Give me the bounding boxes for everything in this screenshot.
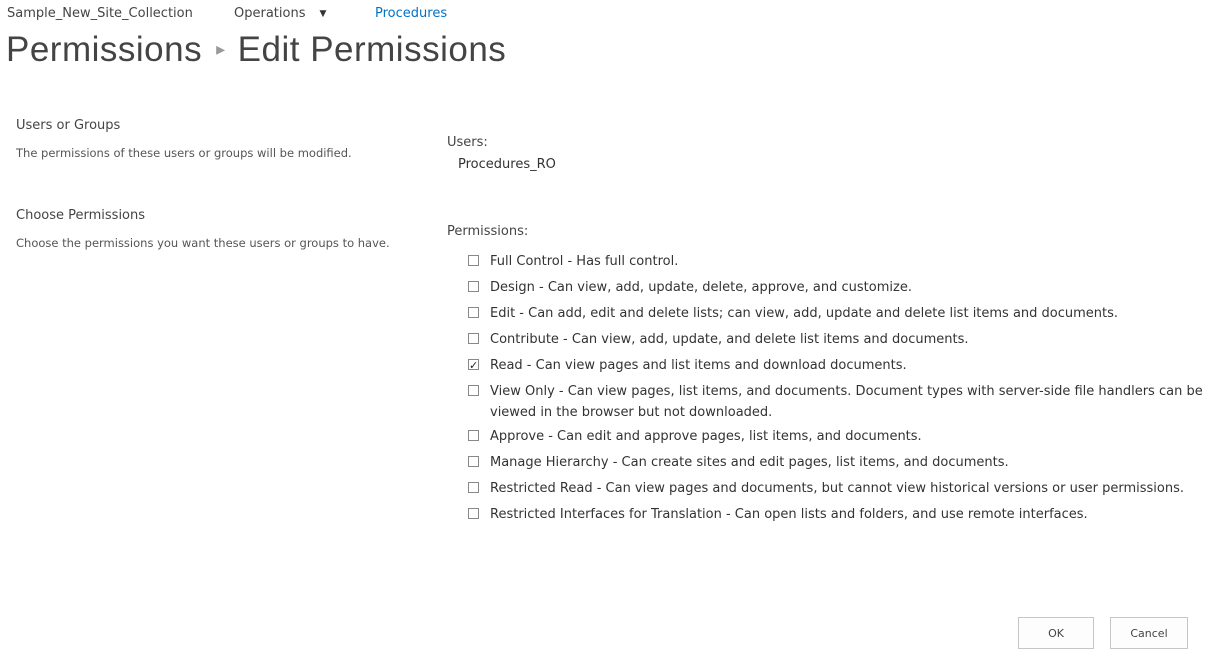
permission-label[interactable]: View Only - Can view pages, list items, … [490, 381, 1208, 423]
permission-checkbox[interactable] [468, 255, 479, 266]
permissions-section-description: Choose the permissions you want these us… [16, 236, 390, 250]
breadcrumb-current: Edit Permissions [237, 30, 507, 69]
nav-operations-menu[interactable]: Operations ▼ [234, 6, 326, 21]
nav-procedures-link[interactable]: Procedures [375, 6, 447, 21]
permission-item[interactable]: Restricted Interfaces for Translation - … [468, 504, 1208, 525]
permission-item[interactable]: Restricted Read - Can view pages and doc… [468, 478, 1208, 499]
permission-label[interactable]: Manage Hierarchy - Can create sites and … [490, 452, 1208, 473]
permissions-section-title: Choose Permissions [16, 208, 146, 223]
permission-label[interactable]: Edit - Can add, edit and delete lists; c… [490, 303, 1208, 324]
permission-item[interactable]: Manage Hierarchy - Can create sites and … [468, 452, 1208, 473]
permission-item[interactable]: Contribute - Can view, add, update, and … [468, 329, 1208, 350]
permission-checkbox[interactable] [468, 508, 479, 519]
permission-list: Full Control - Has full control. Design … [468, 251, 1208, 530]
page-title: Permissions ▸ Edit Permissions [6, 30, 506, 70]
permission-checkbox[interactable] [468, 355, 479, 376]
permission-label[interactable]: Restricted Interfaces for Translation - … [490, 504, 1208, 525]
chevron-down-icon[interactable]: ▼ [319, 9, 326, 19]
users-value: Procedures_RO [458, 157, 556, 172]
permission-label[interactable]: Restricted Read - Can view pages and doc… [490, 478, 1208, 499]
permission-checkbox[interactable] [468, 482, 479, 493]
permission-item[interactable]: Approve - Can edit and approve pages, li… [468, 426, 1208, 447]
permission-label[interactable]: Read - Can view pages and list items and… [490, 355, 1208, 376]
permission-label[interactable]: Full Control - Has full control. [490, 251, 1208, 272]
nav-operations-label[interactable]: Operations [234, 6, 305, 21]
permission-item[interactable]: Read - Can view pages and list items and… [468, 355, 1208, 376]
breadcrumb-parent[interactable]: Permissions [6, 30, 202, 69]
permission-checkbox[interactable] [468, 281, 479, 292]
permission-label[interactable]: Approve - Can edit and approve pages, li… [490, 426, 1208, 447]
permission-label[interactable]: Contribute - Can view, add, update, and … [490, 329, 1208, 350]
users-field-label: Users: [447, 135, 488, 150]
permission-checkbox[interactable] [468, 430, 479, 441]
permissions-field-label: Permissions: [447, 224, 529, 239]
permission-checkbox[interactable] [468, 307, 479, 318]
ok-button[interactable]: OK [1018, 617, 1094, 649]
permission-item[interactable]: Design - Can view, add, update, delete, … [468, 277, 1208, 298]
permission-label[interactable]: Design - Can view, add, update, delete, … [490, 277, 1208, 298]
permission-checkbox[interactable] [468, 385, 479, 396]
permission-item[interactable]: View Only - Can view pages, list items, … [468, 381, 1208, 423]
permission-checkbox[interactable] [468, 456, 479, 467]
breadcrumb-separator-icon: ▸ [216, 39, 226, 59]
permission-checkbox[interactable] [468, 333, 479, 344]
users-section-title: Users or Groups [16, 118, 121, 133]
cancel-button[interactable]: Cancel [1110, 617, 1188, 649]
nav-site-link[interactable]: Sample_New_Site_Collection [7, 6, 193, 21]
permission-item[interactable]: Full Control - Has full control. [468, 251, 1208, 272]
permission-item[interactable]: Edit - Can add, edit and delete lists; c… [468, 303, 1208, 324]
users-section-description: The permissions of these users or groups… [16, 146, 352, 160]
